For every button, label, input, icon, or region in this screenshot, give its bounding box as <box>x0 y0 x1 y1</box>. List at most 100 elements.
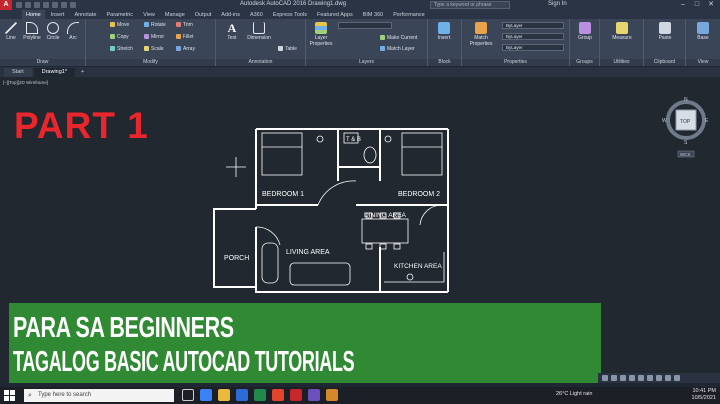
start-tab[interactable]: Start <box>4 68 32 77</box>
paste-tool[interactable]: Paste <box>652 22 678 41</box>
new-tab-button[interactable]: + <box>77 68 88 77</box>
layers-panel-title[interactable]: Layers <box>306 59 427 66</box>
compass-w[interactable]: W <box>662 118 667 124</box>
compass-n[interactable]: N <box>684 97 688 103</box>
clipboard-panel-title[interactable]: Clipboard <box>644 59 685 66</box>
tab-performance[interactable]: Performance <box>389 10 429 19</box>
modify-panel-title[interactable]: Modify <box>86 59 215 66</box>
arc-tool[interactable]: Arc <box>64 22 82 41</box>
app-icon[interactable] <box>308 389 320 401</box>
scale-button[interactable]: Scale <box>144 46 164 52</box>
osnap-icon[interactable] <box>647 375 653 381</box>
app-icon[interactable] <box>326 389 338 401</box>
bed-2 <box>401 132 443 176</box>
minimize-button[interactable]: – <box>676 0 690 10</box>
match-properties-tool[interactable]: Match Properties <box>464 22 498 47</box>
tab-parametric[interactable]: Parametric <box>102 10 137 19</box>
excel-icon[interactable] <box>254 389 266 401</box>
store-icon[interactable] <box>236 389 248 401</box>
tab-insert[interactable]: Insert <box>47 10 69 19</box>
copy-button[interactable]: Copy <box>110 34 129 40</box>
layer-properties-tool[interactable]: Layer Properties <box>308 22 334 47</box>
linetype-dropdown[interactable]: ByLayer <box>502 33 564 40</box>
tab-express-tools[interactable]: Express Tools <box>269 10 311 19</box>
insert-tool[interactable]: Insert <box>432 22 456 41</box>
tab-annotate[interactable]: Annotate <box>70 10 100 19</box>
compass-e[interactable]: E <box>705 118 709 124</box>
weather-widget[interactable]: 26°C Light rain <box>556 391 592 397</box>
polyline-tool[interactable]: Polyline <box>21 22 43 41</box>
view-panel-title[interactable]: View <box>686 59 720 66</box>
annotation-panel-title[interactable]: Annotation <box>216 59 305 66</box>
match-layer-label: Match Layer <box>387 46 415 52</box>
workspace-icon[interactable] <box>665 375 671 381</box>
tab-manage[interactable]: Manage <box>161 10 189 19</box>
tab-view[interactable]: View <box>139 10 159 19</box>
table-button[interactable]: Table <box>278 46 297 52</box>
trim-label: Trim <box>183 22 193 28</box>
tab-a360[interactable]: A360 <box>246 10 267 19</box>
properties-panel-title[interactable]: Properties <box>462 59 569 66</box>
saveas-icon[interactable] <box>43 2 49 8</box>
autocad-taskbar-icon[interactable] <box>290 389 302 401</box>
task-view-icon[interactable] <box>182 389 194 401</box>
windows-start-icon[interactable] <box>4 390 15 401</box>
fillet-button[interactable]: Fillet <box>176 34 194 40</box>
file-explorer-icon[interactable] <box>218 389 230 401</box>
tab-featured-apps[interactable]: Featured Apps <box>313 10 357 19</box>
draw-panel-title[interactable]: Draw <box>0 59 85 66</box>
polar-icon[interactable] <box>638 375 644 381</box>
tab-output[interactable]: Output <box>191 10 216 19</box>
utilities-panel-title[interactable]: Utilities <box>600 59 643 66</box>
match-layer-button[interactable]: Match Layer <box>380 46 415 52</box>
color-dropdown[interactable]: ByLayer <box>502 22 564 29</box>
ortho-icon[interactable] <box>629 375 635 381</box>
save-icon[interactable] <box>34 2 40 8</box>
edge-icon[interactable] <box>200 389 212 401</box>
rotate-button[interactable]: Rotate <box>144 22 166 28</box>
plot-icon[interactable] <box>52 2 58 8</box>
system-clock[interactable]: 10:41 PM 10/5/2021 <box>692 388 716 402</box>
taskbar-search-input[interactable]: ⌕ Type here to search <box>24 389 174 402</box>
help-search-input[interactable]: Type a keyword or phrase <box>430 1 510 9</box>
viewcube[interactable]: TOP N S E W WCS <box>662 97 709 158</box>
tab-home[interactable]: Home <box>22 10 45 19</box>
text-tool[interactable]: A Text <box>222 22 242 41</box>
customize-icon[interactable] <box>674 375 680 381</box>
line-tool[interactable]: Line <box>2 22 20 41</box>
base-tool[interactable]: Base <box>690 22 716 41</box>
stretch-button[interactable]: Stretch <box>110 46 133 52</box>
drawing1-tab[interactable]: Drawing1* <box>33 68 75 77</box>
mirror-button[interactable]: Mirror <box>144 34 164 40</box>
redo-icon[interactable] <box>70 2 76 8</box>
annotation-scale-icon[interactable] <box>656 375 662 381</box>
lineweight-dropdown[interactable]: ByLayer <box>502 44 564 51</box>
group-tool[interactable]: Group <box>572 22 598 41</box>
measure-tool[interactable]: Measure <box>608 22 636 41</box>
dimension-tool[interactable]: Dimension <box>244 22 274 41</box>
snap-icon[interactable] <box>620 375 626 381</box>
compass-s[interactable]: S <box>684 140 688 146</box>
new-icon[interactable] <box>16 2 22 8</box>
groups-panel-title[interactable]: Groups <box>570 59 599 66</box>
model-space-icon[interactable] <box>602 375 608 381</box>
maximize-button[interactable]: □ <box>690 0 704 10</box>
autocad-logo-icon[interactable]: A <box>0 0 12 10</box>
open-icon[interactable] <box>25 2 31 8</box>
trim-button[interactable]: Trim <box>176 22 193 28</box>
circle-tool[interactable]: Circle <box>44 22 62 41</box>
close-button[interactable]: ✕ <box>704 0 718 10</box>
quick-access-toolbar <box>16 2 76 8</box>
block-panel-title[interactable]: Block <box>428 59 461 66</box>
tab-add-ins[interactable]: Add-ins <box>217 10 244 19</box>
grid-icon[interactable] <box>611 375 617 381</box>
signin-button[interactable]: Sign In <box>548 1 567 7</box>
tab-bim-360[interactable]: BIM 360 <box>359 10 387 19</box>
array-button[interactable]: Array <box>176 46 195 52</box>
make-current-button[interactable]: Make Current <box>380 35 417 41</box>
circle-icon <box>47 22 59 34</box>
layer-dropdown[interactable] <box>338 22 392 29</box>
chrome-icon[interactable] <box>272 389 284 401</box>
move-button[interactable]: Move <box>110 22 129 28</box>
undo-icon[interactable] <box>61 2 67 8</box>
